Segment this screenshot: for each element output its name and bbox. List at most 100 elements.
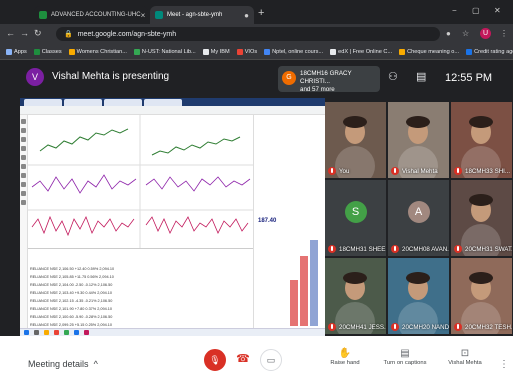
table-row: RELIANCE NSE 2,101.90 +7.80 0.37% 2,094.…: [30, 307, 113, 311]
meet-icon: [155, 11, 163, 19]
mic-off-icon: [328, 167, 336, 175]
participant-tile[interactable]: 20CMH20 NAND...: [388, 258, 449, 334]
url-field[interactable]: 🔒 meet.google.com/agn-sbte-ymh: [56, 27, 440, 41]
bookmark-label: Apps: [14, 48, 27, 55]
bookmark-icon: [466, 48, 473, 55]
presenter-bar: V Vishal Mehta is presenting G 18CMH16 G…: [0, 60, 513, 98]
table-row: RELIANCE NSE 2,100.60 -5.90 -0.28% 2,106…: [30, 315, 113, 319]
bookmark-label: My IBM: [210, 48, 230, 55]
participant-name: 20CMH31 SWAT...: [454, 245, 512, 253]
pinned-participant[interactable]: G 18CMH16 GRACY CHRISTI... and 57 more: [278, 66, 380, 93]
participant-tile[interactable]: 18CMH33 SHI...: [451, 102, 512, 178]
bookmark-item[interactable]: edX | Free Online C...: [330, 48, 393, 55]
raise-hand-button[interactable]: ✋ Raise hand: [320, 348, 370, 366]
camera-icon[interactable]: ●: [446, 29, 451, 38]
star-icon[interactable]: ☆: [462, 29, 469, 38]
bookmark-item[interactable]: Classes: [33, 48, 62, 55]
bookmark-icon: [202, 48, 209, 55]
bookmark-label: N-UST: National Lib...: [141, 48, 196, 55]
url-text: meet.google.com/agn-sbte-ymh: [77, 30, 177, 38]
participant-tile[interactable]: A 20CMH08 AVAN...: [388, 180, 449, 256]
bookmark-label: Womens Christian...: [76, 48, 127, 55]
captions-icon: ▤: [400, 348, 410, 359]
minimize-icon[interactable]: −: [452, 6, 457, 15]
bookmark-icon: [399, 48, 406, 55]
pinned-name: 18CMH16 GRACY CHRISTI...: [300, 70, 352, 85]
participant-name: 18CMH33 SHI...: [454, 167, 510, 175]
bookmark-item[interactable]: VIOs: [236, 48, 257, 55]
bookmark-item[interactable]: Credit rating agenci...: [466, 48, 513, 55]
bookmark-item[interactable]: Womens Christian...: [68, 48, 127, 55]
pinned-more: and 57 more: [300, 86, 335, 93]
bookmark-item[interactable]: Cheque meaning o...: [399, 48, 459, 55]
leave-call-button[interactable]: ☎: [232, 349, 254, 371]
participant-tile[interactable]: You: [325, 102, 386, 178]
forward-icon[interactable]: →: [20, 28, 29, 38]
chevron-up-icon: ^: [91, 359, 98, 369]
participant-name-text: 20CMH32 TESH...: [465, 323, 512, 331]
participant-name: 20CMH41 JESS...: [328, 323, 386, 331]
bookmark-icon: [133, 48, 140, 55]
captions-button[interactable]: ▤ Turn on captions: [380, 348, 430, 366]
participant-name-text: 18CMH33 SHI...: [465, 167, 511, 175]
mic-off-button[interactable]: 🎙: [204, 349, 226, 371]
raise-hand-label: Raise hand: [330, 360, 360, 366]
participant-name: Vishal Mehta: [391, 167, 438, 175]
bookmark-item[interactable]: My IBM: [202, 48, 230, 55]
browser-tab-classroom[interactable]: ADVANCED ACCOUNTING-UHC ×: [34, 6, 148, 24]
close-tab-icon[interactable]: ●: [244, 11, 249, 20]
meeting-details-button[interactable]: Meeting details ^: [28, 359, 98, 369]
table-row: RELIANCE NSE 2,104.00 -2.50 -0.12% 2,106…: [30, 283, 113, 287]
bookmark-icon: [264, 48, 271, 55]
bookmarks-bar: Apps Classes Womens Christian... N-UST: Nat…: [0, 44, 513, 60]
menu-icon[interactable]: ⋮: [500, 29, 508, 38]
tab-title: Meet - agn-sbte-ymh: [167, 12, 223, 18]
reload-icon[interactable]: ↻: [34, 28, 42, 39]
lock-icon: 🔒: [64, 31, 73, 38]
browser-tab-meet[interactable]: Meet - agn-sbte-ymh ●: [150, 6, 254, 24]
table-row: RELIANCE NSE 2,103.40 +9.30 0.44% 2,094.…: [30, 291, 113, 295]
bookmark-item[interactable]: Apps: [6, 48, 27, 55]
participant-name-text: You: [339, 167, 350, 175]
back-icon[interactable]: ←: [6, 28, 15, 38]
participant-tile[interactable]: Vishal Mehta: [388, 102, 449, 178]
bookmark-icon: [33, 48, 40, 55]
shared-tab: [144, 99, 182, 106]
table-row: RELIANCE NSE 2,106.50 +12.40 0.59% 2,094…: [30, 267, 115, 271]
bookmark-label: edX | Free Online C...: [338, 48, 393, 55]
bookmark-item[interactable]: N-UST: National Lib...: [133, 48, 196, 55]
present-icon: ⊡: [460, 348, 470, 359]
people-icon[interactable]: ⚇: [388, 70, 398, 83]
bookmark-label: Classes: [41, 48, 62, 55]
close-window-icon[interactable]: ✕: [494, 6, 501, 15]
participant-name-text: 20CMH08 AVAN...: [402, 245, 449, 253]
participant-tile[interactable]: 20CMH31 SWAT...: [451, 180, 512, 256]
participant-tile[interactable]: 20CMH41 JESS...: [325, 258, 386, 334]
quote-price: 187.40: [258, 218, 277, 224]
maximize-icon[interactable]: ▢: [472, 6, 480, 15]
clock: 12:55 PM: [445, 72, 493, 84]
market-depth-panel: 187.40: [253, 210, 325, 336]
bookmark-icon: [236, 48, 243, 55]
bookmark-item[interactable]: Nptel, online cours...: [264, 48, 323, 55]
participant-tile[interactable]: S 18CMH31 SHEE...: [325, 180, 386, 256]
price-charts: [28, 115, 253, 248]
shared-screen: 187.40 RELIANCE NSE 2,106.50 +12.40 0.59…: [20, 98, 325, 336]
bookmark-label: Credit rating agenci...: [474, 48, 513, 55]
chat-icon[interactable]: ▤: [416, 70, 426, 83]
mic-off-icon: [391, 323, 399, 331]
tab-title: ADVANCED ACCOUNTING-UHC: [51, 12, 141, 18]
participant-name-text: 20CMH20 NAND...: [402, 323, 449, 331]
shared-tab: [24, 99, 62, 106]
participant-tile[interactable]: 20CMH32 TESH...: [451, 258, 512, 334]
participant-name-text: Vishal Mehta: [402, 167, 438, 175]
presenter-button[interactable]: ⊡ Vishal Mehta: [440, 348, 490, 366]
participant-avatar: S: [344, 200, 367, 223]
meet-area: V Vishal Mehta is presenting G 18CMH16 G…: [0, 60, 513, 374]
camera-button[interactable]: ▭: [260, 349, 282, 371]
profile-avatar[interactable]: U: [480, 28, 491, 39]
close-tab-icon[interactable]: ×: [141, 11, 146, 20]
more-options-icon[interactable]: ⋮: [499, 359, 509, 370]
meeting-controls: Meeting details ^ 🎙 ☎ ▭ ✋ Raise hand ▤ T…: [0, 336, 513, 374]
new-tab-button[interactable]: +: [258, 7, 264, 19]
